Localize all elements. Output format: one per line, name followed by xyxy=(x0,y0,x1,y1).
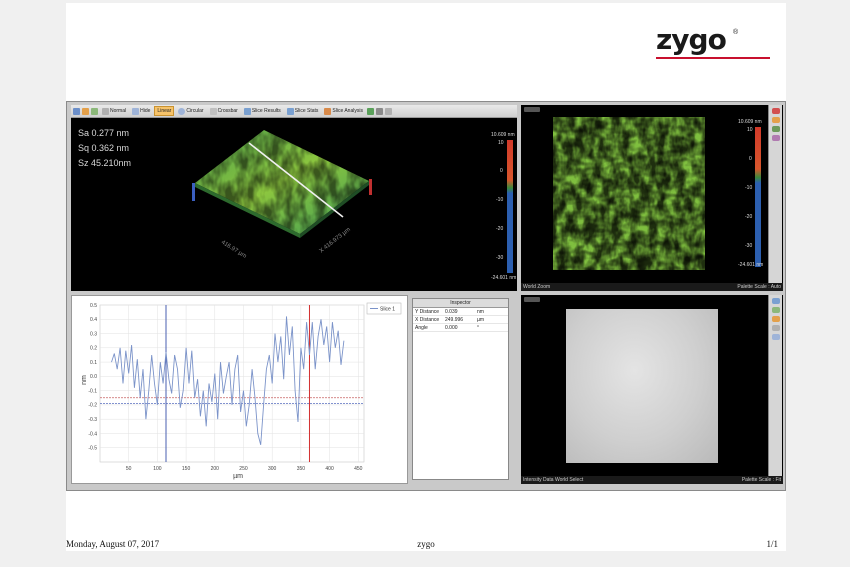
x-axis-label: X 416.973 µm xyxy=(319,227,352,255)
inspector-value: 0.039 xyxy=(445,309,458,315)
status-right: Palette Scale : Fit xyxy=(741,477,781,483)
y-axis-label: 416.97 µm xyxy=(220,240,247,260)
logo-underline xyxy=(656,57,770,59)
x-tick-labels: 50 100 150 200 250 300 350 400 450 xyxy=(126,466,363,472)
map-status-bar: World Zoom Palette Scale : Auto xyxy=(521,283,783,291)
y-tick-label: 0.1 xyxy=(90,360,97,366)
status-left: World Zoom xyxy=(523,284,551,290)
footer-page-number: 1/1 xyxy=(766,539,778,549)
surface-3d-pane[interactable]: Normal Hide Linear Circular Crossbar Sli… xyxy=(71,105,517,291)
report-page: zygo ® Normal Hide Linear Circular Cross… xyxy=(66,3,786,551)
surface-2d-pane[interactable]: 10.609 nm 10 0 -10 -20 -30 -24.601 nm Wo… xyxy=(521,105,783,291)
colorbar-tick: -20 xyxy=(745,214,753,220)
colorbar xyxy=(507,140,513,273)
x-tick-label: 100 xyxy=(153,466,162,472)
legend-entry-slice-1: Slice 1 xyxy=(380,307,395,313)
pan-icon[interactable] xyxy=(771,325,780,331)
y-tick-label: -0.2 xyxy=(88,403,97,409)
colorbar-max-label: 10.609 nm xyxy=(738,119,762,125)
select-icon[interactable] xyxy=(771,334,780,340)
side-toolbar xyxy=(768,295,782,476)
profile-chart[interactable]: 0.5 0.4 0.3 0.2 0.1 0.0 -0.1 -0.2 -0.3 -0.4 -0.5 5… xyxy=(72,296,409,485)
colorbar-tick: -20 xyxy=(496,226,504,232)
inspector-row[interactable]: Angle 0.000 ° xyxy=(413,324,508,332)
colorbar-tick: -30 xyxy=(745,243,753,249)
intensity-status-bar: Intensity Data World Select Palette Scal… xyxy=(521,476,783,484)
logo-text: zygo xyxy=(656,23,727,56)
mask-icon[interactable] xyxy=(771,126,780,132)
inspector-label: X Distance xyxy=(415,317,440,323)
zygo-logo: zygo ® xyxy=(656,23,770,59)
y-tick-label: 0.3 xyxy=(90,331,97,337)
status-right: Palette Scale : Auto xyxy=(737,284,781,290)
axis-marker-left xyxy=(192,183,195,201)
y-tick-label: -0.4 xyxy=(88,431,97,437)
intensity-image[interactable] xyxy=(566,309,718,463)
x-tick-label: 200 xyxy=(211,466,220,472)
registered-mark: ® xyxy=(733,29,739,36)
inspector-unit: ° xyxy=(477,325,479,331)
colorbar-tick: 10 xyxy=(747,127,753,133)
axis-marker-right xyxy=(369,179,372,195)
y-axis-title: nm xyxy=(81,375,88,385)
y-tick-label: 0.5 xyxy=(90,303,97,309)
colorbar-min-label: -24.601 nm xyxy=(738,262,764,268)
inspector-label: Angle xyxy=(415,325,428,331)
colorbar-tick: -10 xyxy=(496,197,504,203)
x-tick-label: 250 xyxy=(239,466,248,472)
inspector-unit: µm xyxy=(477,317,485,323)
colorbar-tick: -30 xyxy=(496,255,504,261)
colorbar-tick: 10 xyxy=(498,140,504,146)
inspector-label: Y Distance xyxy=(415,309,440,315)
x-tick-label: 300 xyxy=(268,466,277,472)
y-tick-label: 0.0 xyxy=(90,374,97,380)
fit-icon[interactable] xyxy=(771,307,780,313)
inspector-unit: nm xyxy=(477,309,484,315)
inspector-value: 249.996 xyxy=(445,317,464,323)
filter-icon[interactable] xyxy=(771,135,780,141)
surface-texture xyxy=(195,130,369,234)
palette-icon[interactable] xyxy=(771,117,780,123)
y-tick-label: 0.4 xyxy=(90,317,97,323)
x-axis-title: µm xyxy=(233,473,243,480)
red-channel-icon[interactable] xyxy=(771,108,780,114)
profile-chart-pane[interactable]: 0.5 0.4 0.3 0.2 0.1 0.0 -0.1 -0.2 -0.3 -0.4 -0.5 5… xyxy=(71,295,408,484)
y-tick-label: -0.3 xyxy=(88,417,97,423)
plot-area xyxy=(99,304,365,463)
inspector-row[interactable]: X Distance 249.996 µm xyxy=(413,316,508,324)
surface-3d-plot[interactable]: 416.97 µm X 416.973 µm xyxy=(71,105,517,291)
x-tick-label: 50 xyxy=(126,466,132,472)
side-toolbar xyxy=(768,105,782,283)
zoom-icon[interactable] xyxy=(771,298,780,304)
status-left: Intensity Data World Select xyxy=(523,477,584,483)
chart-grid xyxy=(99,304,365,463)
application-window: Normal Hide Linear Circular Crossbar Sli… xyxy=(66,101,786,491)
colorbar-min-label: -24.601 nm xyxy=(491,275,517,281)
inspector-panel[interactable]: Inspector Y Distance 0.039 nm X Distance… xyxy=(412,298,509,480)
inspector-value: 0.000 xyxy=(445,325,458,331)
y-tick-label: -0.5 xyxy=(88,446,97,452)
x-tick-label: 350 xyxy=(297,466,306,472)
colorbar-tick: 0 xyxy=(500,168,503,174)
inspector-row[interactable]: Y Distance 0.039 nm xyxy=(413,308,508,316)
y-tick-labels: 0.5 0.4 0.3 0.2 0.1 0.0 -0.1 -0.2 -0.3 -0.4 -0.5 xyxy=(88,303,97,452)
intensity-pane[interactable]: Intensity Data World Select Palette Scal… xyxy=(521,295,783,484)
colorbar-tick: 0 xyxy=(749,156,752,162)
palette-icon[interactable] xyxy=(771,316,780,322)
colorbar-max-label: 10.609 nm xyxy=(491,132,515,138)
x-tick-label: 450 xyxy=(354,466,363,472)
inspector-title: Inspector xyxy=(413,299,508,308)
colorbar-tick: -10 xyxy=(745,185,753,191)
map-texture-valleys xyxy=(553,117,705,270)
colorbar xyxy=(755,127,761,267)
y-tick-label: -0.1 xyxy=(88,388,97,394)
x-tick-label: 400 xyxy=(325,466,334,472)
footer-center: zygo xyxy=(417,539,435,549)
x-tick-label: 150 xyxy=(182,466,191,472)
y-tick-label: 0.2 xyxy=(90,346,97,352)
pane-menu-icon[interactable] xyxy=(524,297,540,302)
